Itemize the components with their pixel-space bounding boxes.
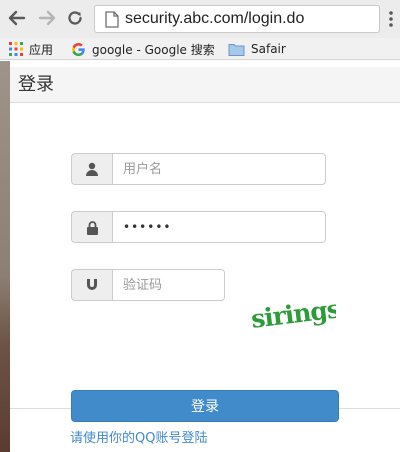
arrow-right-icon	[38, 10, 56, 26]
username-input[interactable]	[112, 153, 326, 185]
left-background-strip	[0, 61, 10, 452]
apps-grid-icon	[9, 42, 23, 56]
bookmark-label: Safair	[251, 42, 286, 56]
qq-login-link[interactable]: 请使用你的QQ账号登陆	[70, 427, 207, 446]
login-button[interactable]: 登录	[71, 390, 339, 422]
page-icon	[105, 11, 119, 28]
folder-icon	[228, 43, 245, 56]
password-input[interactable]	[112, 211, 326, 243]
page-title: 登录	[18, 74, 54, 95]
password-addon	[71, 211, 112, 243]
bookmark-folder-safair[interactable]: Safair	[228, 38, 286, 60]
address-bar[interactable]: security.abc.com/login.do	[94, 5, 380, 33]
back-button[interactable]	[6, 7, 28, 29]
captcha-group	[71, 269, 225, 301]
captcha-text: sirings	[249, 294, 336, 333]
reload-icon	[68, 11, 82, 25]
captcha-image[interactable]: sirings	[248, 293, 336, 333]
menu-dots-icon[interactable]	[386, 10, 396, 28]
username-addon	[71, 153, 112, 185]
login-page: 登录 sirings 登录 请使用你的QQ账号登陆	[10, 61, 400, 452]
user-icon	[86, 162, 98, 176]
captcha-input[interactable]	[112, 269, 225, 301]
reload-button[interactable]	[64, 7, 86, 29]
arrow-left-icon	[8, 10, 26, 26]
panel-heading: 登录	[10, 67, 400, 103]
captcha-addon	[71, 269, 112, 301]
bookmark-label: 应用	[29, 42, 54, 57]
bookmark-google[interactable]: google - Google 搜索	[71, 38, 215, 60]
browser-toolbar: security.abc.com/login.do	[0, 0, 400, 38]
username-group	[71, 153, 326, 185]
password-group	[71, 211, 326, 243]
bookmark-apps[interactable]: 应用	[9, 38, 53, 60]
bookmark-label: google - Google 搜索	[92, 42, 215, 57]
lock-icon	[86, 220, 98, 235]
url-text: security.abc.com/login.do	[125, 10, 305, 27]
bookmarks-bar: 应用 google - Google 搜索 Safair	[0, 38, 400, 60]
google-logo-icon	[72, 42, 85, 56]
forward-button[interactable]	[36, 7, 58, 29]
login-form: sirings 登录	[10, 103, 400, 422]
magnet-icon	[87, 279, 97, 290]
